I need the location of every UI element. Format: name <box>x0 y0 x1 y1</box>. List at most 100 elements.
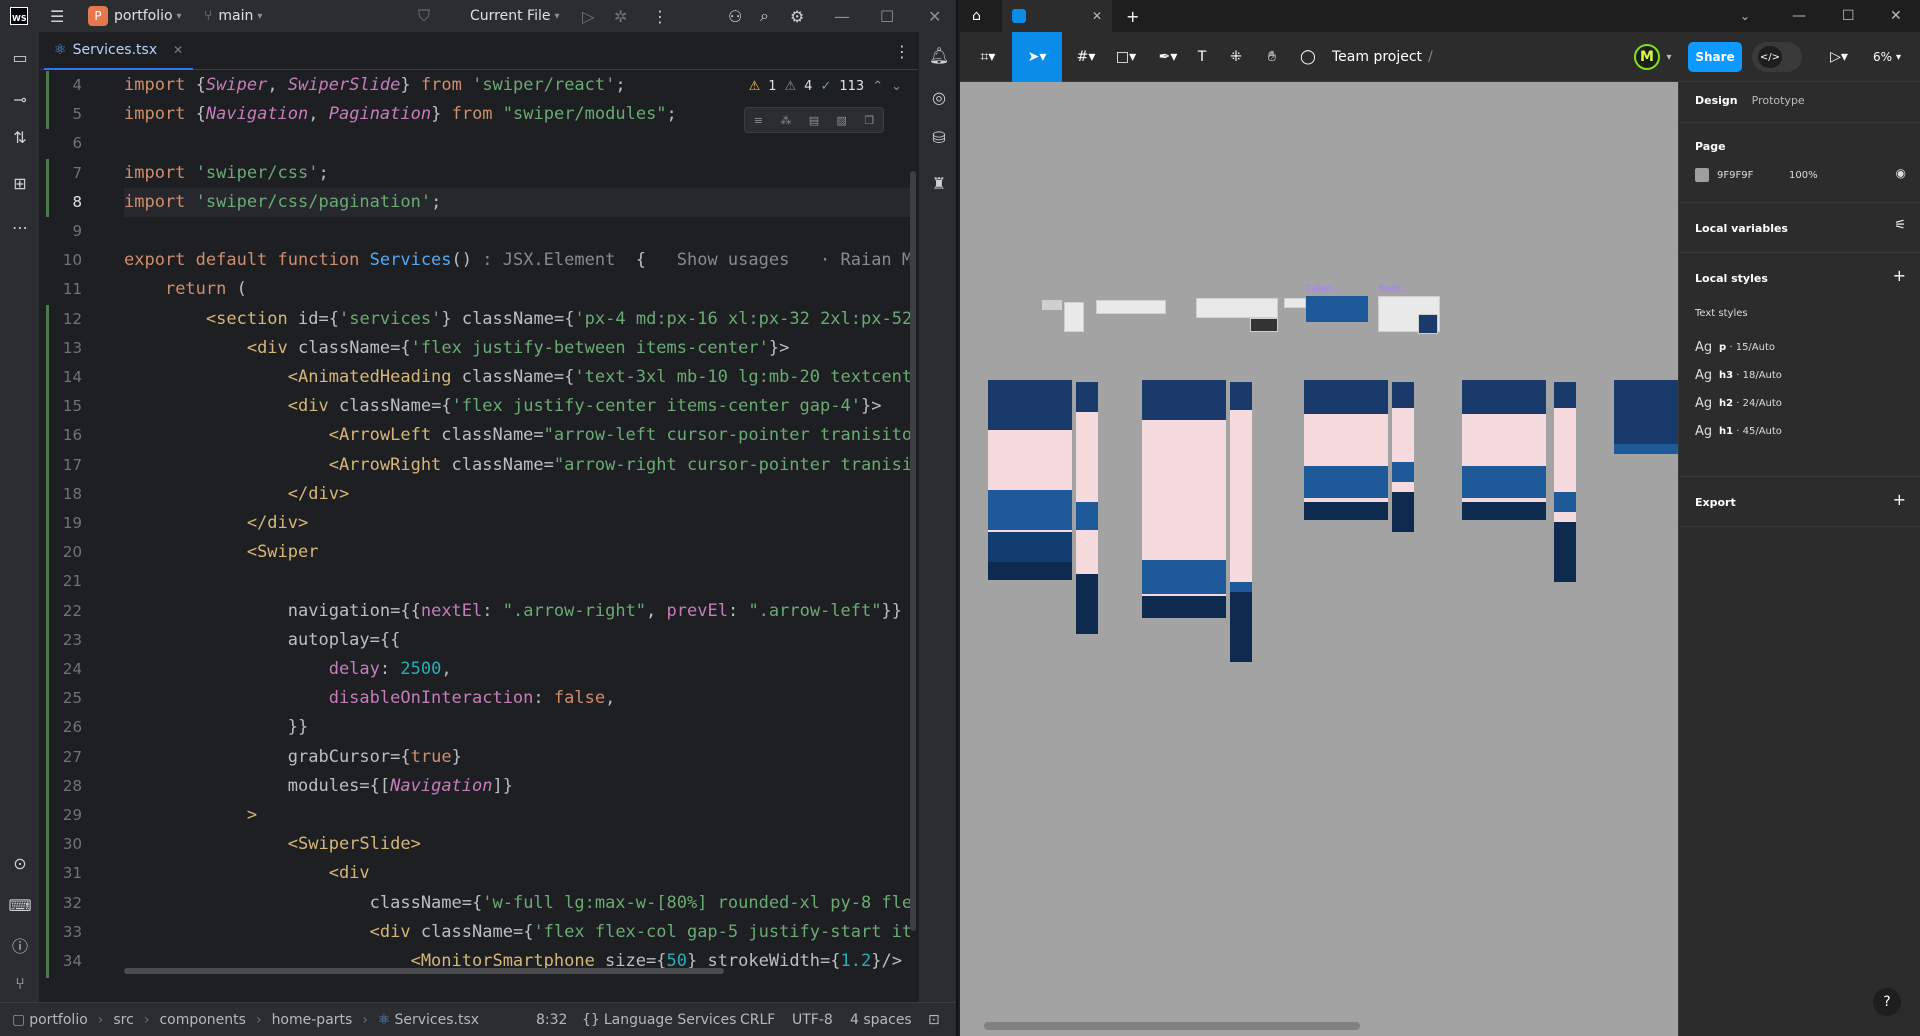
code-line[interactable]: <ArrowLeft className="arrow-left cursor-… <box>124 421 910 450</box>
code-line[interactable]: import {Swiper, SwiperSlide} from 'swipe… <box>124 71 626 100</box>
chevron-down-icon[interactable]: ⌄ <box>1740 0 1750 32</box>
eye-icon[interactable]: ◉ <box>1896 166 1906 180</box>
code-line[interactable]: <div className={'flex justify-center ite… <box>124 392 882 421</box>
code-line[interactable]: autoplay={{ <box>124 626 401 655</box>
add-style-icon[interactable]: + <box>1893 266 1906 285</box>
text-tool-icon[interactable]: T <box>1188 32 1216 82</box>
notifications-icon[interactable]: 🔔︎ <box>919 40 956 70</box>
copy-icon[interactable]: ❐ <box>864 114 874 127</box>
code-editor[interactable]: 4 5 6 7 8 9 10 11 12 13 14 15 16 17 18 19 20 21 22 23 24 25 26… <box>40 71 918 978</box>
tree-icon[interactable]: ⁂ <box>780 114 791 127</box>
code-line[interactable]: export default function Services() : JSX… <box>124 246 910 275</box>
more-icon[interactable]: ⋮ <box>652 0 668 32</box>
page-color-hex[interactable]: 9F9F9F <box>1717 170 1789 181</box>
close-tab-icon[interactable]: ✕ <box>1092 9 1102 23</box>
code-line[interactable]: navigation={{nextEl: ".arrow-right", pre… <box>124 597 902 626</box>
layout-icon[interactable]: ▤ <box>809 114 819 127</box>
code-line[interactable]: <SwiperSlide> <box>124 830 421 859</box>
mobile-frame[interactable] <box>1230 382 1252 662</box>
code-line[interactable]: <Swiper <box>124 538 319 567</box>
sliders-icon[interactable]: ⚟ <box>1894 218 1906 233</box>
mobile-frame[interactable] <box>1392 382 1414 532</box>
frame-tool-icon[interactable]: #▾ <box>1068 32 1104 82</box>
code-line[interactable]: import {Navigation, Pagination} from "sw… <box>124 100 677 129</box>
code-line[interactable]: className={'w-full lg:max-w-[80%] rounde… <box>124 889 910 918</box>
desktop-frame[interactable] <box>988 380 1072 580</box>
close-icon[interactable]: ✕ <box>928 0 941 32</box>
shape-tool-icon[interactable]: □▾ <box>1108 32 1144 82</box>
desktop-frame[interactable] <box>1462 380 1546 520</box>
pull-requests-icon[interactable]: ⇅ <box>0 122 40 152</box>
lock-icon[interactable]: ⊡ <box>928 1003 940 1036</box>
pen-tool-icon[interactable]: ✒▾ <box>1150 32 1186 82</box>
frame-label[interactable]: Calen... <box>1306 284 1340 294</box>
database-icon[interactable]: ⛁ <box>919 122 956 152</box>
services-icon[interactable]: ⊙ <box>0 848 40 878</box>
move-tool-icon[interactable]: ➤▾ <box>1012 32 1062 82</box>
code-line[interactable]: <ArrowRight className="arrow-right curso… <box>124 451 910 480</box>
search-icon[interactable]: ⌕ <box>760 0 769 32</box>
line-separator[interactable]: CRLF <box>740 1003 775 1036</box>
close-icon[interactable]: ✕ <box>1890 0 1902 32</box>
avatar[interactable]: M <box>1634 44 1660 70</box>
local-variables-heading[interactable]: Local variables <box>1695 222 1788 235</box>
project-switcher[interactable]: P portfolio ▾ <box>88 0 182 32</box>
breadcrumb-item[interactable]: home-parts <box>272 1012 353 1028</box>
git-icon[interactable]: ⑂ <box>0 968 40 998</box>
chevron-down-icon[interactable]: ▾ <box>1662 32 1676 82</box>
next-highlight-icon[interactable]: ⌄ <box>891 79 902 94</box>
desktop-frame[interactable] <box>1614 380 1678 454</box>
frame-thumbnail[interactable] <box>1096 300 1166 314</box>
resources-icon[interactable]: ⁜ <box>1222 32 1250 82</box>
desktop-frame[interactable] <box>1304 380 1388 520</box>
text-style-item[interactable]: Ag h1 · 45/Auto <box>1695 424 1782 439</box>
code-line[interactable]: return ( <box>124 275 247 304</box>
vcs-change-marker[interactable] <box>46 71 49 129</box>
minimize-icon[interactable]: — <box>1792 0 1806 32</box>
language-services[interactable]: {} Language Services <box>582 1003 736 1036</box>
frame-thumbnail[interactable] <box>1042 300 1062 310</box>
text-style-item[interactable]: Ag h3 · 18/Auto <box>1695 368 1782 383</box>
figma-canvas[interactable]: Calen... Book... <box>960 82 1678 1036</box>
maximize-icon[interactable]: ☐ <box>1842 0 1855 32</box>
frame-thumbnail[interactable] <box>1250 318 1278 332</box>
mobile-frame[interactable] <box>1076 382 1098 634</box>
problems-icon[interactable]: ⓘ <box>0 930 40 960</box>
maximize-icon[interactable]: ☐ <box>880 0 894 32</box>
frame-thumbnail[interactable] <box>1418 314 1438 334</box>
page-opacity[interactable]: 100% <box>1789 170 1818 181</box>
shield-icon[interactable]: ⛉ <box>418 0 430 32</box>
home-icon[interactable]: ⌂ <box>972 0 981 32</box>
minimize-icon[interactable]: — <box>834 0 850 32</box>
code-line[interactable]: </div> <box>124 480 349 509</box>
caret-position[interactable]: 8:32 <box>536 1003 567 1036</box>
code-line[interactable]: delay: 2500, <box>124 655 452 684</box>
code-area[interactable]: import {Swiper, SwiperSlide} from 'swipe… <box>124 71 910 978</box>
comment-tool-icon[interactable]: ◯ <box>1294 32 1322 82</box>
inspections-widget[interactable]: ⚠ 1 ⚠ 4 ✓ 113 ⌃ ⌄ <box>748 75 902 97</box>
figma-menu-icon[interactable]: ⌗▾ <box>970 32 1006 82</box>
present-icon[interactable]: ▷▾ <box>1824 32 1854 82</box>
frame-thumbnail[interactable] <box>1196 298 1278 318</box>
tab-prototype[interactable]: Prototype <box>1752 94 1805 114</box>
hand-tool-icon[interactable]: ✋︎ <box>1258 32 1286 82</box>
terminal-icon[interactable]: ⌨ <box>0 890 40 920</box>
editor-vertical-scrollbar[interactable] <box>908 71 918 978</box>
folder-icon[interactable]: ▭ <box>0 42 40 72</box>
code-line[interactable]: modules={[Navigation]} <box>124 772 513 801</box>
new-tab-icon[interactable]: + <box>1126 0 1139 32</box>
text-style-item[interactable]: Ag p · 15/Auto <box>1695 340 1775 355</box>
text-style-item[interactable]: Ag h2 · 24/Auto <box>1695 396 1782 411</box>
project-breadcrumb[interactable]: Team project / <box>1332 32 1433 82</box>
frame-thumbnail[interactable] <box>1284 298 1306 308</box>
more-tools-icon[interactable]: ⋯ <box>0 212 40 242</box>
canvas-horizontal-scrollbar[interactable] <box>984 1022 1360 1030</box>
run-icon[interactable]: ▷ <box>582 0 594 32</box>
code-line[interactable]: }} <box>124 713 308 742</box>
ai-assistant-icon[interactable]: ◎ <box>919 82 956 112</box>
add-export-icon[interactable]: + <box>1893 490 1906 509</box>
breadcrumb-item[interactable]: components <box>159 1012 246 1028</box>
tab-services-tsx[interactable]: ⚛ Services.tsx ✕ <box>44 32 194 70</box>
code-line[interactable]: </div> <box>124 509 308 538</box>
page-color-swatch[interactable] <box>1695 168 1709 182</box>
